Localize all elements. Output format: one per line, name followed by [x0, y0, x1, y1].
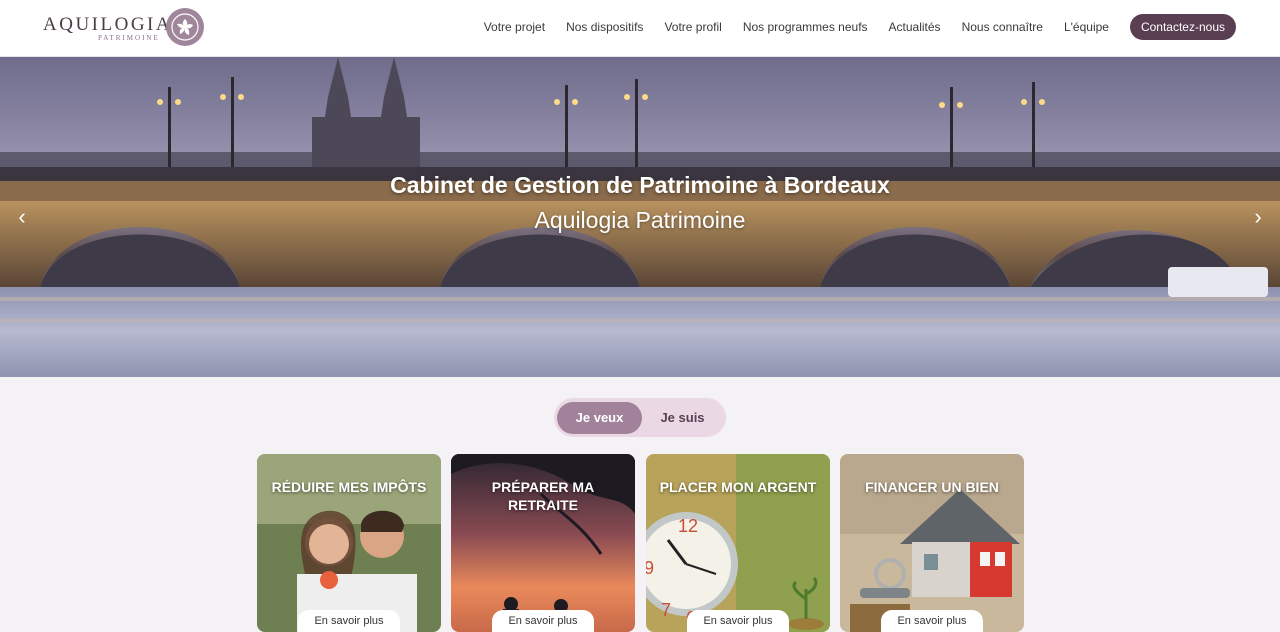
learn-more-button[interactable]: En savoir plus — [881, 610, 983, 632]
hero-banner: Cabinet de Gestion de Patrimoine à Borde… — [0, 57, 1280, 377]
chevron-left-icon[interactable]: ‹ — [12, 204, 32, 229]
card-title: FINANCER UN BIEN — [865, 479, 999, 495]
learn-more-button[interactable]: En savoir plus — [298, 610, 400, 632]
learn-more-button[interactable]: En savoir plus — [492, 610, 594, 632]
nav-item-equipe[interactable]: L'équipe — [1064, 20, 1109, 34]
nav-item-actualites[interactable]: Actualités — [889, 20, 941, 34]
card-preparer-retraite[interactable]: PRÉPARER MA RETRAITE En savoir plus — [451, 454, 635, 632]
contact-button[interactable]: Contactez-nous — [1129, 13, 1236, 40]
profile-toggle: Je veux Je suis — [554, 398, 726, 437]
card-title: RÉDUIRE MES IMPÔTS — [271, 479, 427, 495]
toggle-je-suis[interactable]: Je suis — [642, 402, 723, 434]
chevron-right-icon[interactable]: › — [1248, 204, 1268, 229]
svg-text:12: 12 — [678, 516, 698, 536]
learn-more-button[interactable]: En savoir plus — [687, 610, 789, 632]
card-financer-bien[interactable]: FINANCER UN BIEN En savoir plus — [840, 454, 1024, 632]
flower-logo-icon — [166, 8, 204, 46]
card-title: PRÉPARER MA RETRAITE — [491, 479, 595, 513]
card-placer-argent[interactable]: 12 9 7 6 PLACER MON ARGENT En savoir plu… — [646, 454, 830, 632]
site-header: AQUILOGIA PATRIMOINE Votre projet Nos di… — [0, 0, 1280, 57]
brand-logo[interactable]: AQUILOGIA PATRIMOINE — [43, 8, 208, 48]
hero-title: Cabinet de Gestion de Patrimoine à Borde… — [390, 172, 890, 198]
nav-item-nous-connaitre[interactable]: Nous connaître — [962, 20, 1043, 34]
brand-tagline: PATRIMOINE — [98, 34, 160, 42]
nav-item-programmes-neufs[interactable]: Nos programmes neufs — [743, 20, 868, 34]
card-title: PLACER MON ARGENT — [659, 479, 817, 495]
svg-text:9: 9 — [646, 558, 654, 578]
nav-item-votre-profil[interactable]: Votre profil — [664, 20, 721, 34]
toggle-je-veux[interactable]: Je veux — [557, 401, 642, 434]
brand-name: AQUILOGIA — [43, 14, 173, 35]
card-reduire-impots[interactable]: RÉDUIRE MES IMPÔTS En savoir plus — [257, 454, 441, 632]
nav-item-votre-projet[interactable]: Votre projet — [484, 20, 545, 34]
main-nav: Votre projet Nos dispositifs Votre profi… — [463, 13, 1236, 40]
svg-text:7: 7 — [661, 600, 671, 620]
hero-subtitle: Aquilogia Patrimoine — [534, 207, 746, 233]
nav-item-nos-dispositifs[interactable]: Nos dispositifs — [566, 20, 643, 34]
